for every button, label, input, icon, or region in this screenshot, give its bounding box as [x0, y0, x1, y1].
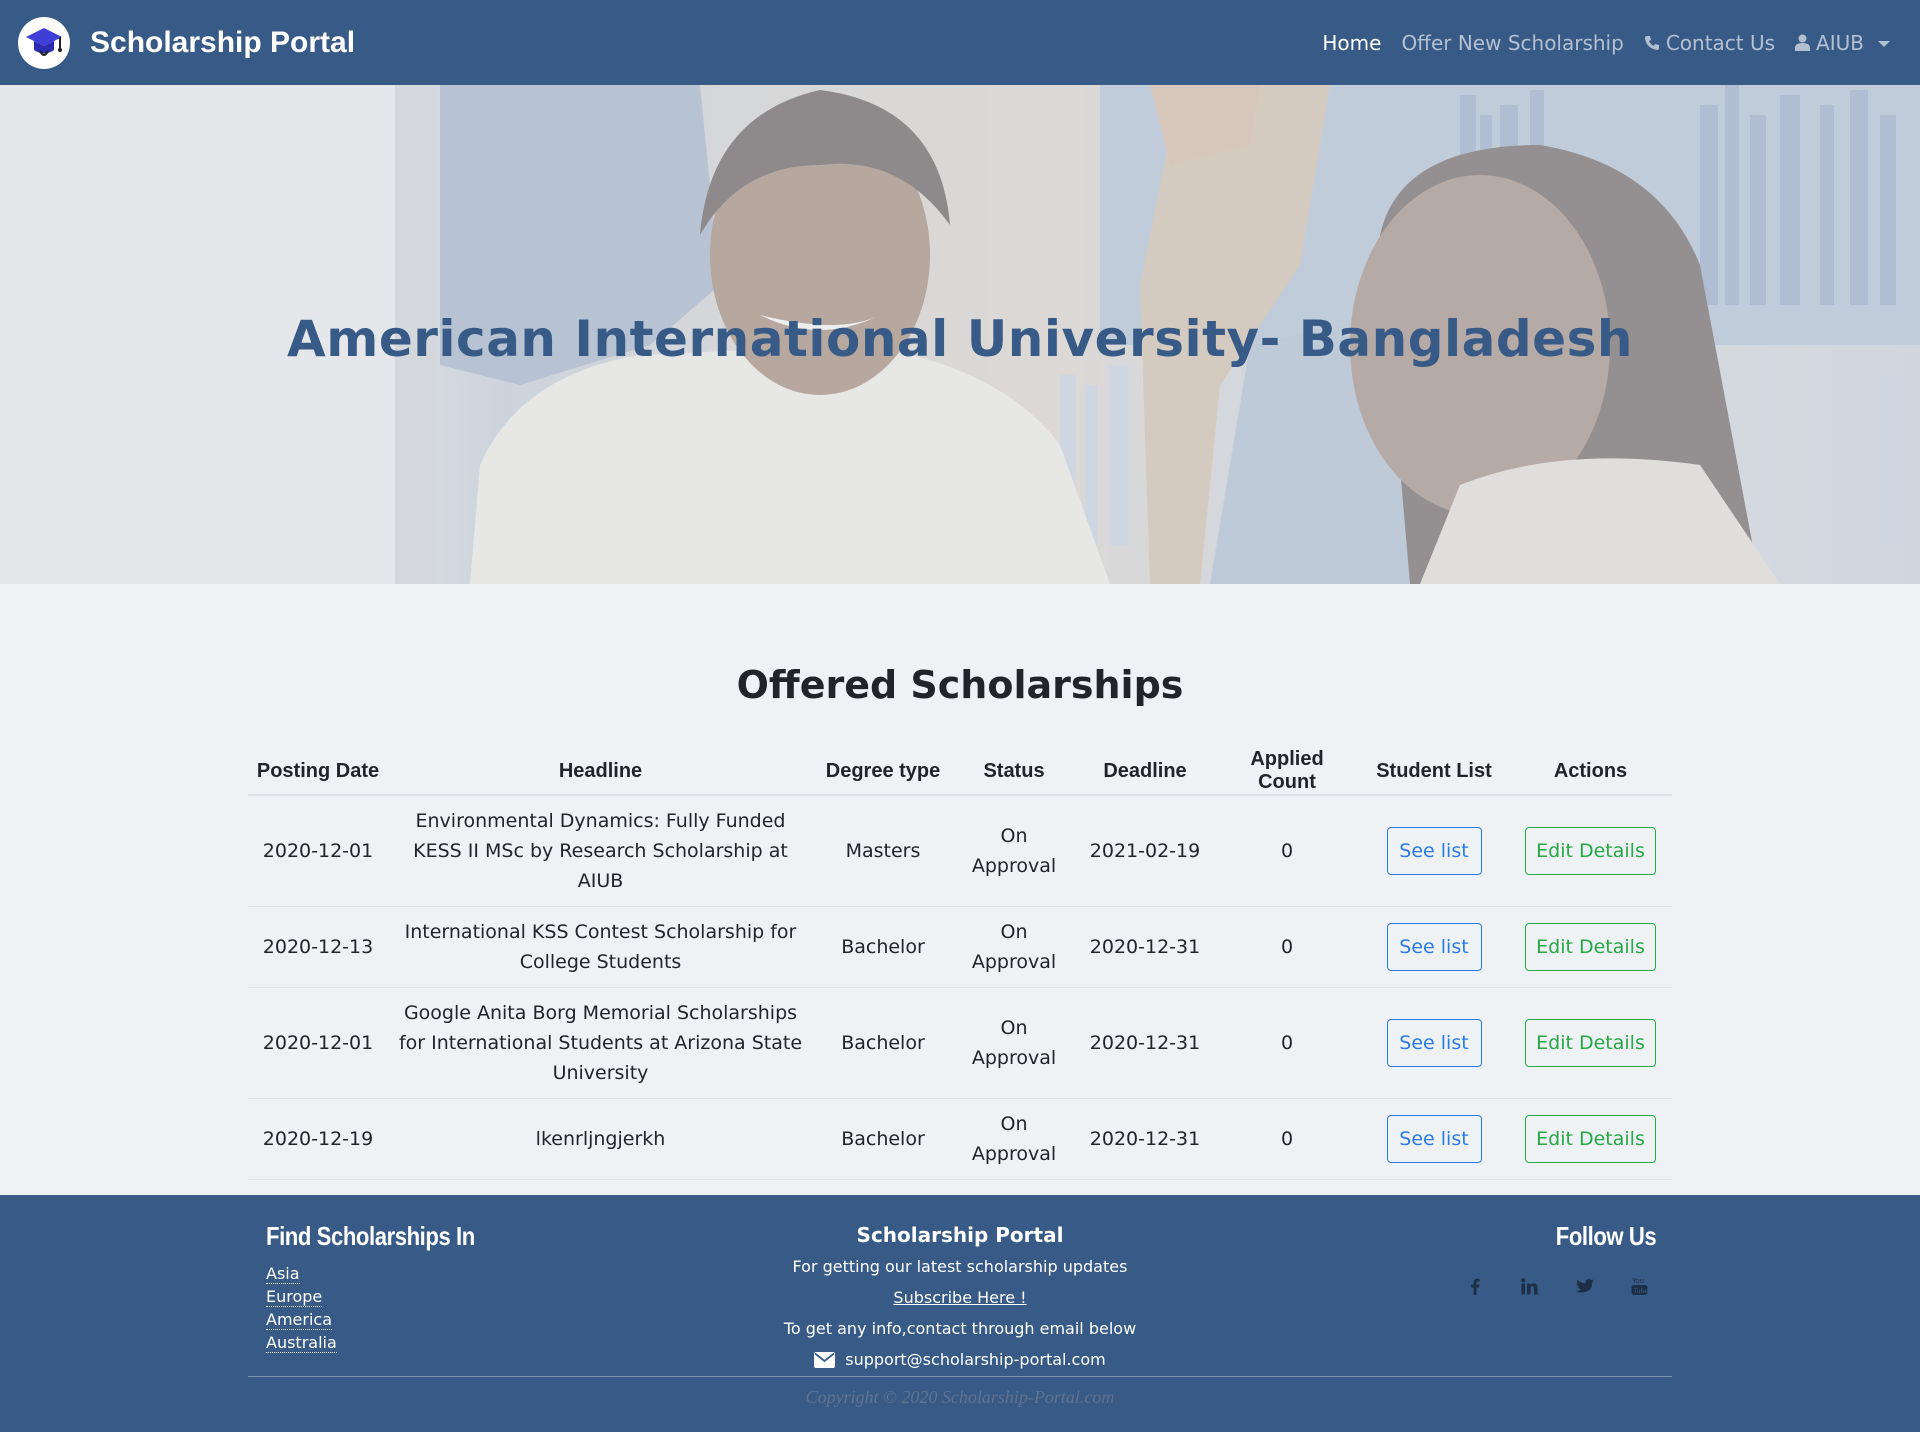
column-header: Posting Date — [248, 748, 388, 796]
youtube-icon[interactable]: You Tube — [1612, 1271, 1667, 1301]
student-list-cell: See list — [1359, 1098, 1509, 1180]
deadline-cell: 2020-12-31 — [1075, 1098, 1215, 1180]
posting-date-cell: 2020-12-13 — [248, 906, 388, 988]
student-list-cell: See list — [1359, 906, 1509, 988]
nav-offer-new-scholarship[interactable]: Offer New Scholarship — [1401, 31, 1623, 55]
hero-banner: American International University- Bangl… — [0, 85, 1920, 584]
column-header: Student List — [1359, 748, 1509, 796]
social-links: You Tube — [1447, 1271, 1667, 1301]
see-list-button[interactable]: See list — [1386, 1115, 1482, 1163]
actions-cell: Edit Details — [1509, 794, 1672, 907]
degree-type-cell: Bachelor — [813, 1098, 953, 1180]
applied-count-cell: 0 — [1215, 794, 1359, 907]
see-list-button[interactable]: See list — [1386, 1019, 1482, 1067]
nav-home[interactable]: Home — [1322, 31, 1381, 55]
degree-type-cell: Bachelor — [813, 987, 953, 1099]
column-header: Deadline — [1075, 748, 1215, 796]
see-list-button[interactable]: See list — [1386, 923, 1482, 971]
follow-us-heading: Follow Us — [1555, 1221, 1656, 1251]
envelope-icon — [814, 1351, 836, 1368]
headline-cell: Google Anita Borg Memorial Scholarships … — [388, 987, 813, 1099]
copyright-text: Copyright © 2020 Scholarship-Portal.com — [805, 1387, 1115, 1407]
nav-user-label: AIUB — [1816, 30, 1864, 55]
deadline-cell: 2020-12-31 — [1075, 906, 1215, 988]
posting-date-cell: 2020-12-19 — [248, 1098, 388, 1180]
scholarships-table: Posting Date Headline Degree type Status… — [248, 748, 1672, 1180]
edit-details-button[interactable]: Edit Details — [1525, 827, 1656, 875]
status-cell: On Approval — [953, 1098, 1075, 1180]
brand[interactable]: Scholarship Portal — [18, 16, 356, 69]
headline-cell: lkenrljngjerkh — [388, 1098, 813, 1180]
footer-contact-text: To get any info,contact through email be… — [783, 1319, 1137, 1338]
status-cell: On Approval — [953, 906, 1075, 988]
see-list-button[interactable]: See list — [1386, 827, 1482, 875]
table-row: 2020-12-01 Environmental Dynamics: Fully… — [248, 794, 1672, 907]
navbar: Scholarship Portal Home Offer New Schola… — [0, 0, 1920, 85]
applied-count-cell: 0 — [1215, 906, 1359, 988]
hero-title: American International University- Bangl… — [287, 310, 1633, 368]
nav-links: Home Offer New Scholarship Contact Us AI… — [1322, 31, 1890, 55]
posting-date-cell: 2020-12-01 — [248, 794, 388, 907]
footer: Find Scholarships In Asia Europe America… — [0, 1195, 1920, 1432]
status-cell: On Approval — [953, 794, 1075, 907]
status-cell: On Approval — [953, 987, 1075, 1099]
edit-details-button[interactable]: Edit Details — [1525, 923, 1656, 971]
degree-type-cell: Bachelor — [813, 906, 953, 988]
posting-date-cell: 2020-12-01 — [248, 987, 388, 1099]
section-title: Offered Scholarships — [736, 663, 1184, 707]
applied-count-cell: 0 — [1215, 987, 1359, 1099]
svg-text:Tube: Tube — [1633, 1287, 1649, 1295]
footer-email-address[interactable]: support@scholarship-portal.com — [845, 1350, 1105, 1369]
brand-title: Scholarship Portal — [90, 25, 356, 59]
nav-contact-label: Contact Us — [1665, 30, 1776, 55]
column-header: Actions — [1509, 748, 1672, 796]
table-row: 2020-12-13 International KSS Contest Sch… — [248, 906, 1672, 988]
caret-down-icon — [1878, 40, 1890, 47]
nav-user-dropdown[interactable]: AIUB — [1795, 31, 1890, 55]
facebook-icon[interactable] — [1447, 1271, 1502, 1301]
edit-details-button[interactable]: Edit Details — [1525, 1115, 1656, 1163]
svg-text:You: You — [1631, 1277, 1644, 1285]
nav-contact-us[interactable]: Contact Us — [1644, 31, 1775, 55]
table-row: 2020-12-01 Google Anita Borg Memorial Sc… — [248, 987, 1672, 1099]
headline-cell: Environmental Dynamics: Fully Funded KES… — [388, 794, 813, 907]
deadline-cell: 2020-12-31 — [1075, 987, 1215, 1099]
student-list-cell: See list — [1359, 794, 1509, 907]
actions-cell: Edit Details — [1509, 906, 1672, 988]
column-header: Applied Count — [1215, 748, 1359, 796]
applied-count-cell: 0 — [1215, 1098, 1359, 1180]
column-header: Headline — [388, 748, 813, 796]
user-icon — [1795, 34, 1811, 51]
footer-email: support@scholarship-portal.com — [0, 1350, 1920, 1369]
table-header-row: Posting Date Headline Degree type Status… — [248, 748, 1672, 796]
footer-divider — [248, 1376, 1672, 1377]
actions-cell: Edit Details — [1509, 1098, 1672, 1180]
table-row: 2020-12-19 lkenrljngjerkh Bachelor On Ap… — [248, 1098, 1672, 1180]
degree-type-cell: Masters — [813, 794, 953, 907]
headline-cell: International KSS Contest Scholarship fo… — [388, 906, 813, 988]
phone-icon — [1644, 35, 1659, 50]
graduation-cap-icon — [18, 16, 70, 69]
actions-cell: Edit Details — [1509, 987, 1672, 1099]
twitter-icon[interactable] — [1557, 1271, 1612, 1301]
subscribe-link[interactable]: Subscribe Here ! — [893, 1288, 1026, 1307]
edit-details-button[interactable]: Edit Details — [1525, 1019, 1656, 1067]
column-header: Status — [953, 748, 1075, 796]
student-list-cell: See list — [1359, 987, 1509, 1099]
column-header: Degree type — [813, 748, 953, 796]
deadline-cell: 2021-02-19 — [1075, 794, 1215, 907]
linkedin-icon[interactable] — [1502, 1271, 1557, 1301]
